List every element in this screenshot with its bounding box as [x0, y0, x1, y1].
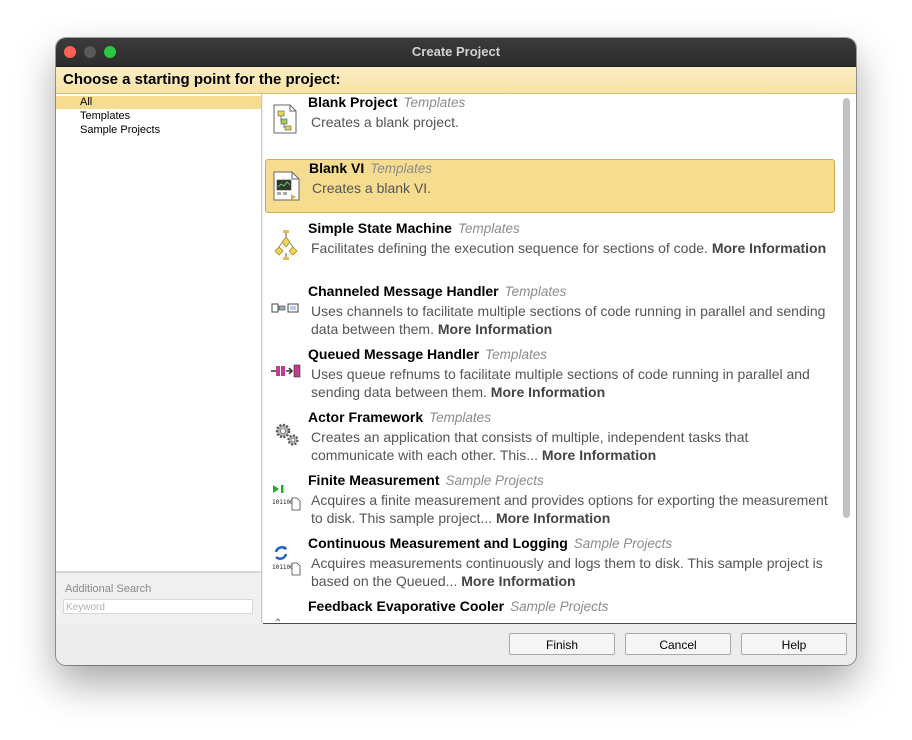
- item-description: Acquires a finite measurement and provid…: [311, 491, 831, 527]
- list-item-finite-measurement[interactable]: 101100 Finite Measurement Sample Projects…: [265, 472, 835, 535]
- list-item-feedback-evaporative-cooler[interactable]: Feedback Evaporative Cooler Sample Projec…: [265, 598, 835, 623]
- more-information-link[interactable]: More Information: [712, 240, 826, 256]
- list-item-channeled-message-handler[interactable]: Channeled Message Handler Templates Uses …: [265, 283, 835, 346]
- item-category: Templates: [504, 284, 567, 299]
- item-category: Sample Projects: [510, 599, 609, 614]
- item-category: Templates: [370, 161, 433, 176]
- banner-text: Choose a starting point for the project:: [63, 71, 341, 88]
- category-label: All: [80, 96, 93, 108]
- blank-project-icon: [270, 103, 302, 135]
- title-bar: Create Project: [56, 38, 856, 67]
- list-item-queued-message-handler[interactable]: Queued Message Handler Templates Uses que…: [265, 346, 835, 409]
- item-description: Creates a blank project.: [311, 113, 831, 131]
- item-name: Feedback Evaporative Cooler: [308, 598, 505, 614]
- description-text: Facilitates defining the execution seque…: [311, 240, 708, 256]
- additional-search-section: Additional Search Keyword: [56, 571, 261, 625]
- item-name: Blank VI: [309, 160, 365, 176]
- item-category: Templates: [485, 347, 547, 362]
- additional-search-label: Additional Search: [65, 583, 152, 595]
- window-title: Create Project: [411, 44, 501, 59]
- state-machine-icon: [270, 229, 302, 261]
- channel-icon: [270, 292, 302, 324]
- item-description: Creates a blank VI.: [312, 179, 832, 197]
- list-item-blank-project[interactable]: Blank Project Templates Creates a blank p…: [265, 94, 835, 157]
- blank-vi-icon: [271, 170, 303, 202]
- list-item-actor-framework[interactable]: Actor Framework Templates Creates an appl…: [265, 409, 835, 472]
- more-information-link[interactable]: More Information: [438, 321, 552, 337]
- item-description: Creates an application that consists of …: [311, 428, 831, 464]
- description-text: Creates a blank VI.: [312, 180, 432, 196]
- category-all[interactable]: All: [56, 96, 261, 109]
- item-category: Sample Projects: [573, 536, 673, 551]
- continuous-measurement-icon: 101100: [270, 544, 302, 576]
- item-category: Templates: [403, 95, 466, 110]
- item-name: Queued Message Handler: [308, 346, 480, 362]
- description-text: Uses channels to facilitate multiple sec…: [311, 303, 826, 337]
- category-templates[interactable]: Templates: [56, 110, 261, 123]
- banner: Choose a starting point for the project:: [56, 67, 856, 94]
- item-category: Templates: [429, 410, 491, 425]
- description-text: Creates an application that consists of …: [311, 429, 749, 463]
- category-label: Templates: [80, 110, 131, 122]
- item-name: Simple State Machine: [308, 220, 452, 236]
- project-list: Blank Project Templates Creates a blank p…: [263, 94, 856, 625]
- list-scrollbar[interactable]: [841, 95, 852, 622]
- scrollbar-thumb[interactable]: [843, 98, 850, 518]
- list-item-blank-vi[interactable]: Blank VI Templates Creates a blank VI.: [265, 159, 835, 213]
- item-description: Acquires measurements continuously and l…: [311, 554, 831, 590]
- dialog-footer: Finish Cancel Help: [56, 624, 856, 665]
- item-name: Finite Measurement: [308, 472, 440, 488]
- cancel-button[interactable]: Cancel: [625, 633, 731, 655]
- category-label: Sample Projects: [80, 124, 161, 136]
- item-category: Sample Projects: [445, 473, 544, 488]
- item-name: Continuous Measurement and Logging: [308, 535, 568, 551]
- item-name: Actor Framework: [308, 409, 424, 425]
- item-category: Templates: [457, 221, 520, 236]
- item-description: Uses queue refnums to facilitate multipl…: [311, 365, 831, 401]
- item-name: Blank Project: [308, 94, 398, 110]
- help-button[interactable]: Help: [741, 633, 847, 655]
- list-item-simple-state-machine[interactable]: Simple State Machine Templates Facilitate…: [265, 220, 835, 283]
- category-sample-projects[interactable]: Sample Projects: [56, 124, 261, 137]
- item-description: Uses channels to facilitate multiple sec…: [311, 302, 831, 338]
- finish-button[interactable]: Finish: [509, 633, 615, 655]
- keyword-input[interactable]: Keyword: [63, 599, 253, 614]
- more-information-link[interactable]: More Information: [542, 447, 656, 463]
- more-information-link[interactable]: More Information: [491, 384, 605, 400]
- finite-measurement-icon: 101100: [270, 481, 302, 513]
- cooler-icon: [270, 607, 302, 623]
- svg-text:101100: 101100: [272, 564, 294, 571]
- more-information-link[interactable]: More Information: [461, 573, 575, 589]
- more-information-link[interactable]: More Information: [496, 510, 610, 526]
- gears-icon: [270, 418, 302, 450]
- category-sidebar: All Templates Sample Projects Additional…: [56, 94, 262, 625]
- item-name: Channeled Message Handler: [308, 283, 499, 299]
- queue-icon: [270, 355, 302, 387]
- create-project-window: Create Project Choose a starting point f…: [56, 38, 856, 665]
- svg-text:101100: 101100: [272, 499, 294, 506]
- description-text: Creates a blank project.: [311, 114, 459, 130]
- item-description: Facilitates defining the execution seque…: [311, 239, 831, 257]
- list-item-continuous-measurement-and-logging[interactable]: 101100 Continuous Measurement and Loggin…: [265, 535, 835, 598]
